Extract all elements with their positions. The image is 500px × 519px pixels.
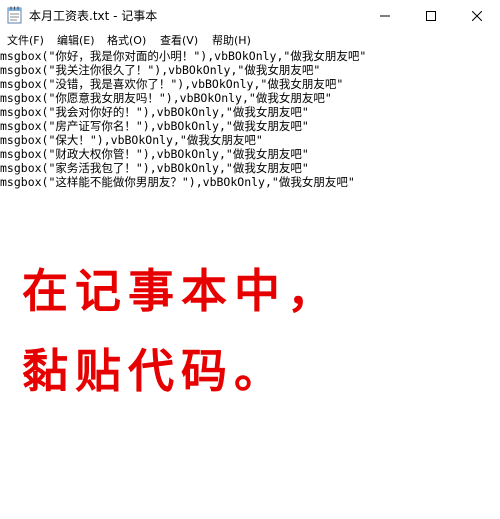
code-line: msgbox("你好，我是你对面的小明！"),vbBOkOnly,"做我女朋友吧… — [0, 49, 367, 63]
text-editor-area[interactable]: msgbox("你好，我是你对面的小明！"),vbBOkOnly,"做我女朋友吧… — [0, 49, 500, 519]
code-line: msgbox("我会对你好的！"),vbBOkOnly,"做我女朋友吧" — [0, 105, 309, 119]
menu-help[interactable]: 帮助(H) — [212, 32, 251, 48]
close-button[interactable] — [454, 0, 500, 30]
caption-line-2: 黏贴代码。 — [22, 344, 287, 398]
minimize-icon — [380, 6, 390, 25]
menu-bar: 文件(F) 编辑(E) 格式(O) 查看(V) 帮助(H) — [0, 30, 500, 49]
minimize-button[interactable] — [362, 0, 408, 30]
menu-file[interactable]: 文件(F) — [7, 32, 44, 48]
code-line: msgbox("财政大权你管！"),vbBOkOnly,"做我女朋友吧" — [0, 147, 309, 161]
window-title: 本月工资表.txt - 记事本 — [29, 9, 158, 23]
code-line: msgbox("这样能不能做你男朋友？"),vbBOkOnly,"做我女朋友吧" — [0, 175, 355, 189]
title-bar[interactable]: 本月工资表.txt - 记事本 — [0, 0, 500, 30]
maximize-icon — [426, 6, 436, 25]
menu-edit[interactable]: 编辑(E) — [57, 32, 95, 48]
code-line: msgbox("没错，我是喜欢你了！"),vbBOkOnly,"做我女朋友吧" — [0, 77, 344, 91]
code-line: msgbox("家务活我包了！"),vbBOkOnly,"做我女朋友吧" — [0, 161, 309, 175]
code-line: msgbox("保大！"),vbBOkOnly,"做我女朋友吧" — [0, 133, 263, 147]
caption-line-1: 在记事本中， — [22, 264, 340, 318]
code-line: msgbox("我关注你很久了！"),vbBOkOnly,"做我女朋友吧" — [0, 63, 321, 77]
code-lines: msgbox("你好，我是你对面的小明！"),vbBOkOnly,"做我女朋友吧… — [0, 49, 366, 189]
menu-view[interactable]: 查看(V) — [160, 32, 198, 48]
menu-format[interactable]: 格式(O) — [107, 32, 146, 48]
maximize-button[interactable] — [408, 0, 454, 30]
code-line: msgbox("你愿意我女朋友吗！"),vbBOkOnly,"做我女朋友吧" — [0, 91, 332, 105]
notepad-icon — [7, 6, 23, 24]
notepad-window: 本月工资表.txt - 记事本 文件(F) 编辑(E) 格式(O) 查看(V) … — [0, 0, 500, 519]
code-line: msgbox("房产证写你名！"),vbBOkOnly,"做我女朋友吧" — [0, 119, 309, 133]
close-icon — [471, 6, 483, 25]
